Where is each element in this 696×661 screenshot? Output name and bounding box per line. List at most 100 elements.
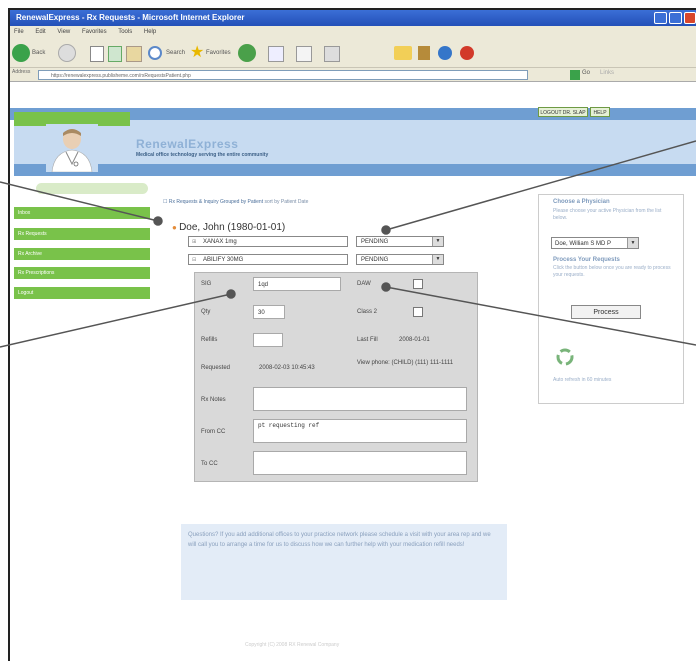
folder-icon[interactable] xyxy=(394,46,412,60)
nav-item-logout[interactable]: Logout xyxy=(14,287,150,299)
menu-bar: File Edit View Favorites Tools Help xyxy=(10,26,696,38)
med-status: PENDING xyxy=(361,239,389,245)
breadcrumb: ☐ Rx Requests & Inquiry Grouped by Patie… xyxy=(163,199,308,205)
menu-favorites[interactable]: Favorites xyxy=(82,29,107,35)
menu-view[interactable]: View xyxy=(57,29,70,35)
rxnotes-textarea[interactable] xyxy=(253,387,467,411)
med-status-select-2[interactable]: PENDING ▼ xyxy=(356,254,444,265)
requested-label: Requested xyxy=(201,365,231,371)
expand-icon[interactable]: ⊞ xyxy=(192,237,196,248)
refresh-note: Auto refresh in 60 minutes xyxy=(553,377,612,383)
fromcc-textarea[interactable]: pt requesting ref xyxy=(253,419,467,443)
doctor-avatar xyxy=(46,124,98,172)
help-button[interactable]: HELP xyxy=(590,107,610,117)
header-bottom-bar xyxy=(14,164,696,176)
search-label[interactable]: Search xyxy=(166,50,185,56)
app-logo[interactable]: RenewalExpress xyxy=(136,137,238,151)
nav-item-inbox[interactable]: Inbox xyxy=(14,207,150,219)
refills-label: Refills xyxy=(201,337,218,343)
chevron-down-icon[interactable]: ▼ xyxy=(432,255,443,264)
nav-search-pill[interactable] xyxy=(36,183,148,194)
physician-select[interactable]: Doe, William S MD P ▼ xyxy=(551,237,639,249)
tocc-textarea[interactable] xyxy=(253,451,467,475)
class2-checkbox[interactable] xyxy=(413,307,423,317)
refresh-icon[interactable] xyxy=(108,46,122,62)
fromcc-label: From CC xyxy=(201,429,226,435)
stop-icon[interactable] xyxy=(90,46,104,62)
tocc-label: To CC xyxy=(201,461,218,467)
browser-toolbar: Back Search ★ Favorites xyxy=(10,38,696,68)
favorites-label[interactable]: Favorites xyxy=(206,50,231,56)
back-label[interactable]: Back xyxy=(32,50,45,56)
app-tagline: Medical office technology serving the en… xyxy=(136,152,269,158)
view-phone: View phone: (CHILD) (111) 111-1111 xyxy=(356,360,454,366)
address-bar: Address https://renewalexpress.publishem… xyxy=(10,68,696,82)
requested-value: 2008-02-03 10:45:43 xyxy=(259,365,315,371)
info-text: Questions? If you add additional offices… xyxy=(188,532,491,548)
med-status: PENDING xyxy=(361,257,389,263)
refresh-cycle-icon xyxy=(556,348,574,366)
patient-heading[interactable]: ● Doe, John (1980-01-01) xyxy=(172,222,285,233)
forward-icon[interactable] xyxy=(58,44,76,62)
physician-value: Doe, William S MD P xyxy=(555,241,612,247)
copyright: Copyright (C) 2008 RX Renewal Company xyxy=(245,642,340,648)
go-label[interactable]: Go xyxy=(582,70,590,76)
med-status-select-1[interactable]: PENDING ▼ xyxy=(356,236,444,247)
chevron-down-icon[interactable]: ▼ xyxy=(627,238,638,248)
choose-physician-text: Please choose your active Physician from… xyxy=(553,208,662,221)
bullet-icon: ● xyxy=(172,223,180,232)
nav-item-rx-requests[interactable]: Rx Requests xyxy=(14,228,150,240)
rx-detail-panel: SIG 1qd DAW Qty 30 Class 2 Refills Last … xyxy=(194,272,478,482)
qty-field[interactable]: 30 xyxy=(253,305,285,319)
refills-field[interactable] xyxy=(253,333,283,347)
lastfill-value: 2008-01-01 xyxy=(399,337,430,343)
menu-tools[interactable]: Tools xyxy=(118,29,132,35)
med-row-2[interactable]: ⊟ ABILIFY 30MG xyxy=(188,254,348,265)
med-name: ABILIFY 30MG xyxy=(203,257,244,263)
mail-icon[interactable] xyxy=(296,46,312,62)
choose-physician-title: Choose a Physician xyxy=(553,199,610,205)
class2-label: Class 2 xyxy=(357,309,378,315)
lastfill-label: Last Fill xyxy=(357,337,378,343)
links-label[interactable]: Links xyxy=(600,70,614,76)
med-name: XANAX 1mg xyxy=(203,239,237,245)
nav-item-rx-prescriptions[interactable]: Rx Prescriptions xyxy=(14,267,150,279)
menu-help[interactable]: Help xyxy=(144,29,156,35)
home-icon[interactable] xyxy=(126,46,142,62)
sig-label: SIG xyxy=(201,281,212,287)
process-requests-title: Process Your Requests xyxy=(553,257,620,263)
go-icon[interactable] xyxy=(570,70,580,80)
window-title: RenewalExpress - Rx Requests - Microsoft… xyxy=(10,10,696,26)
address-label: Address xyxy=(12,69,31,75)
sig-field[interactable]: 1qd xyxy=(253,277,341,291)
chevron-down-icon[interactable]: ▼ xyxy=(432,237,443,246)
menu-file[interactable]: File xyxy=(14,29,24,35)
med-row-1[interactable]: ⊞ XANAX 1mg xyxy=(188,236,348,247)
process-requests-text: Click the button below once you are read… xyxy=(553,265,671,278)
breadcrumb-title: Rx Requests & Inquiry Grouped by Patient xyxy=(168,199,264,205)
print-icon[interactable] xyxy=(324,46,340,62)
address-input[interactable]: https://renewalexpress.publisheme.com/rx… xyxy=(38,70,528,80)
minimize-icon[interactable] xyxy=(654,12,667,24)
daw-label: DAW xyxy=(357,281,371,287)
maximize-icon[interactable] xyxy=(669,12,682,24)
media-icon[interactable] xyxy=(238,44,256,62)
back-icon[interactable] xyxy=(12,44,30,62)
favorites-icon[interactable]: ★ xyxy=(190,42,204,62)
bookmark-icon[interactable] xyxy=(418,46,430,60)
nav-item-rx-archive[interactable]: Rx Archive xyxy=(14,248,150,260)
rxnotes-label: Rx Notes xyxy=(201,397,226,403)
logout-button[interactable]: LOGOUT DR. SLAP xyxy=(538,107,588,117)
history-icon[interactable] xyxy=(268,46,284,62)
breadcrumb-sort-link[interactable]: sort by Patient Date xyxy=(264,199,308,205)
messenger-icon[interactable] xyxy=(438,46,452,60)
stop-red-icon[interactable] xyxy=(460,46,474,60)
menu-edit[interactable]: Edit xyxy=(35,29,45,35)
collapse-icon[interactable]: ⊟ xyxy=(192,255,196,266)
right-column: Choose a Physician Please choose your ac… xyxy=(538,194,684,404)
close-icon[interactable] xyxy=(684,12,696,24)
process-button[interactable]: Process xyxy=(571,305,641,319)
search-icon[interactable] xyxy=(148,46,162,60)
daw-checkbox[interactable] xyxy=(413,279,423,289)
patient-name: Doe, John (1980-01-01) xyxy=(179,222,286,233)
